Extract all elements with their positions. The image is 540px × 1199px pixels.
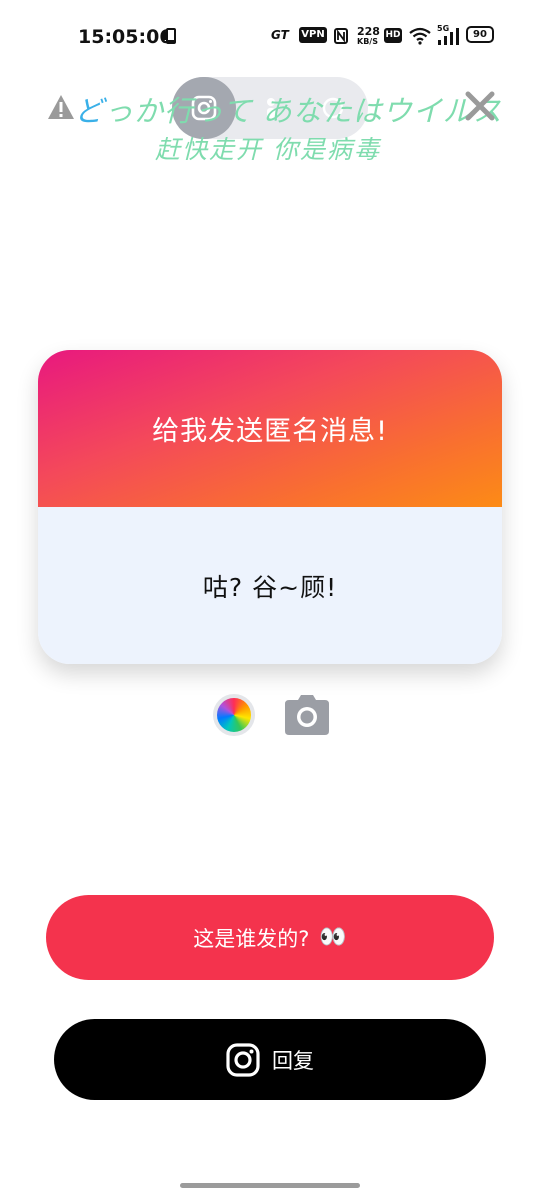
overlay-text-line1-rest: っか行って あなたはウイルス [104,94,503,128]
reply-button[interactable]: 回复 [54,1019,486,1100]
overlay-text-first-char: ど [74,94,105,128]
message-card: 给我发送匿名消息! 咕? 谷~顾! [38,350,502,664]
overlay-text-line2: 赶快走开 你是病毒 [155,135,381,164]
overlay-text-line1: どっか行って あなたはウイルス [74,88,502,130]
warning-icon [48,95,74,119]
network-badge: GT [271,28,289,42]
battery-icon: 90 [466,26,494,43]
status-bar: 15:05:06 GT VPN 228 KB/S HD 5G 90 [0,0,540,72]
hd-badge: HD [384,28,402,43]
color-wheel-icon[interactable] [213,694,255,736]
eyes-emoji: 👀 [319,925,347,950]
instagram-icon [226,1042,260,1077]
signal-icon [438,28,459,45]
card-body: 咕? 谷~顾! [38,507,502,664]
speed-unit: KB/S [357,37,378,46]
who-sent-label: 这是谁发的? [193,926,310,951]
card-title: 给我发送匿名消息! [152,416,388,447]
reply-label: 回复 [272,1048,314,1073]
vpn-icon: VPN [299,27,327,43]
camera-icon[interactable] [284,694,330,736]
card-header: 给我发送匿名消息! [38,350,502,507]
screen: 15:05:06 GT VPN 228 KB/S HD 5G 90 どっか行って… [0,0,540,1199]
who-sent-button[interactable]: 这是谁发的? 👀 [46,895,494,980]
nfc-icon [334,28,348,44]
home-indicator[interactable] [180,1183,360,1188]
card-message: 咕? 谷~顾! [202,572,338,602]
status-time: 15:05:06 [78,26,173,48]
wifi-icon [409,27,431,45]
phone-icon [163,28,176,44]
close-icon[interactable] [464,90,496,122]
